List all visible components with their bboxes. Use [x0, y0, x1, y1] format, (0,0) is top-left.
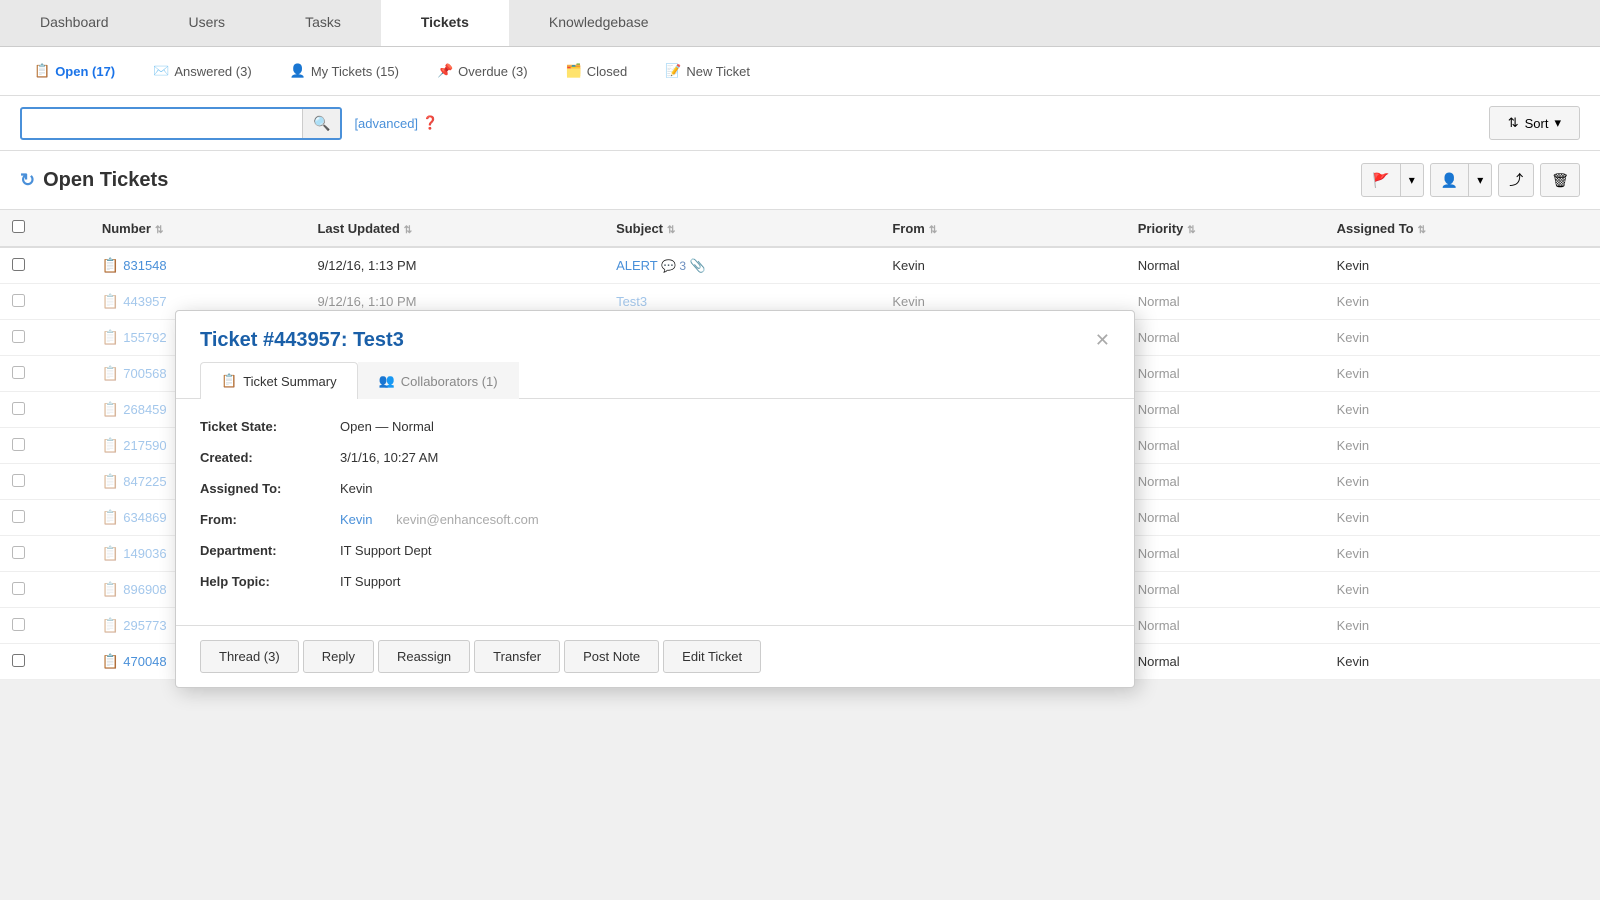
created-row: Created: 3/1/16, 10:27 AM	[200, 450, 1110, 465]
from-value: Kevin kevin@enhancesoft.com	[340, 512, 539, 527]
ticket-state-value: Open — Normal	[340, 419, 434, 434]
tab-label: Collaborators (1)	[401, 374, 498, 389]
popup-body: Ticket State: Open — Normal Created: 3/1…	[176, 399, 1134, 625]
department-row: Department: IT Support Dept	[200, 543, 1110, 558]
help-topic-value: IT Support	[340, 574, 400, 589]
popup-header: Ticket #443957: Test3 ✕	[176, 311, 1134, 362]
from-link[interactable]: Kevin	[340, 512, 373, 527]
from-email: kevin@enhancesoft.com	[396, 512, 539, 527]
popup-tab-collaborators----[interactable]: 👥 Collaborators (1)	[358, 362, 519, 399]
from-label: From:	[200, 512, 340, 527]
help-topic-row: Help Topic: IT Support	[200, 574, 1110, 589]
assigned-to-row: Assigned To: Kevin	[200, 481, 1110, 496]
help-topic-label: Help Topic:	[200, 574, 340, 589]
created-label: Created:	[200, 450, 340, 465]
popup-footer-btn-transfer[interactable]: Transfer	[474, 640, 560, 673]
tab-icon: 📋	[221, 373, 237, 389]
popup-footer-btn-reassign[interactable]: Reassign	[378, 640, 470, 673]
ticket-popup: Ticket #443957: Test3 ✕ 📋 Ticket Summary 👥…	[175, 310, 1135, 688]
from-row: From: Kevin kevin@enhancesoft.com	[200, 512, 1110, 527]
assigned-to-value: Kevin	[340, 481, 373, 496]
popup-title: Ticket #443957: Test3	[200, 329, 404, 352]
assigned-to-label: Assigned To:	[200, 481, 340, 496]
ticket-state-label: Ticket State:	[200, 419, 340, 434]
tab-icon: 👥	[379, 373, 395, 389]
created-value: 3/1/16, 10:27 AM	[340, 450, 438, 465]
ticket-state-row: Ticket State: Open — Normal	[200, 419, 1110, 434]
popup-tab-ticket-summary[interactable]: 📋 Ticket Summary	[200, 362, 358, 399]
popup-footer-btn-reply[interactable]: Reply	[303, 640, 374, 673]
department-value: IT Support Dept	[340, 543, 432, 558]
popup-footer-btn-thread----[interactable]: Thread (3)	[200, 640, 299, 673]
popup-footer-btn-edit-ticket[interactable]: Edit Ticket	[663, 640, 761, 673]
popup-tabs: 📋 Ticket Summary 👥 Collaborators (1)	[176, 362, 1134, 399]
tab-label: Ticket Summary	[243, 374, 336, 389]
department-label: Department:	[200, 543, 340, 558]
popup-overlay: Ticket #443957: Test3 ✕ 📋 Ticket Summary 👥…	[0, 0, 1600, 900]
popup-close-button[interactable]: ✕	[1095, 330, 1110, 351]
popup-footer-btn-post-note[interactable]: Post Note	[564, 640, 659, 673]
popup-footer: Thread (3)ReplyReassignTransferPost Note…	[176, 625, 1134, 687]
